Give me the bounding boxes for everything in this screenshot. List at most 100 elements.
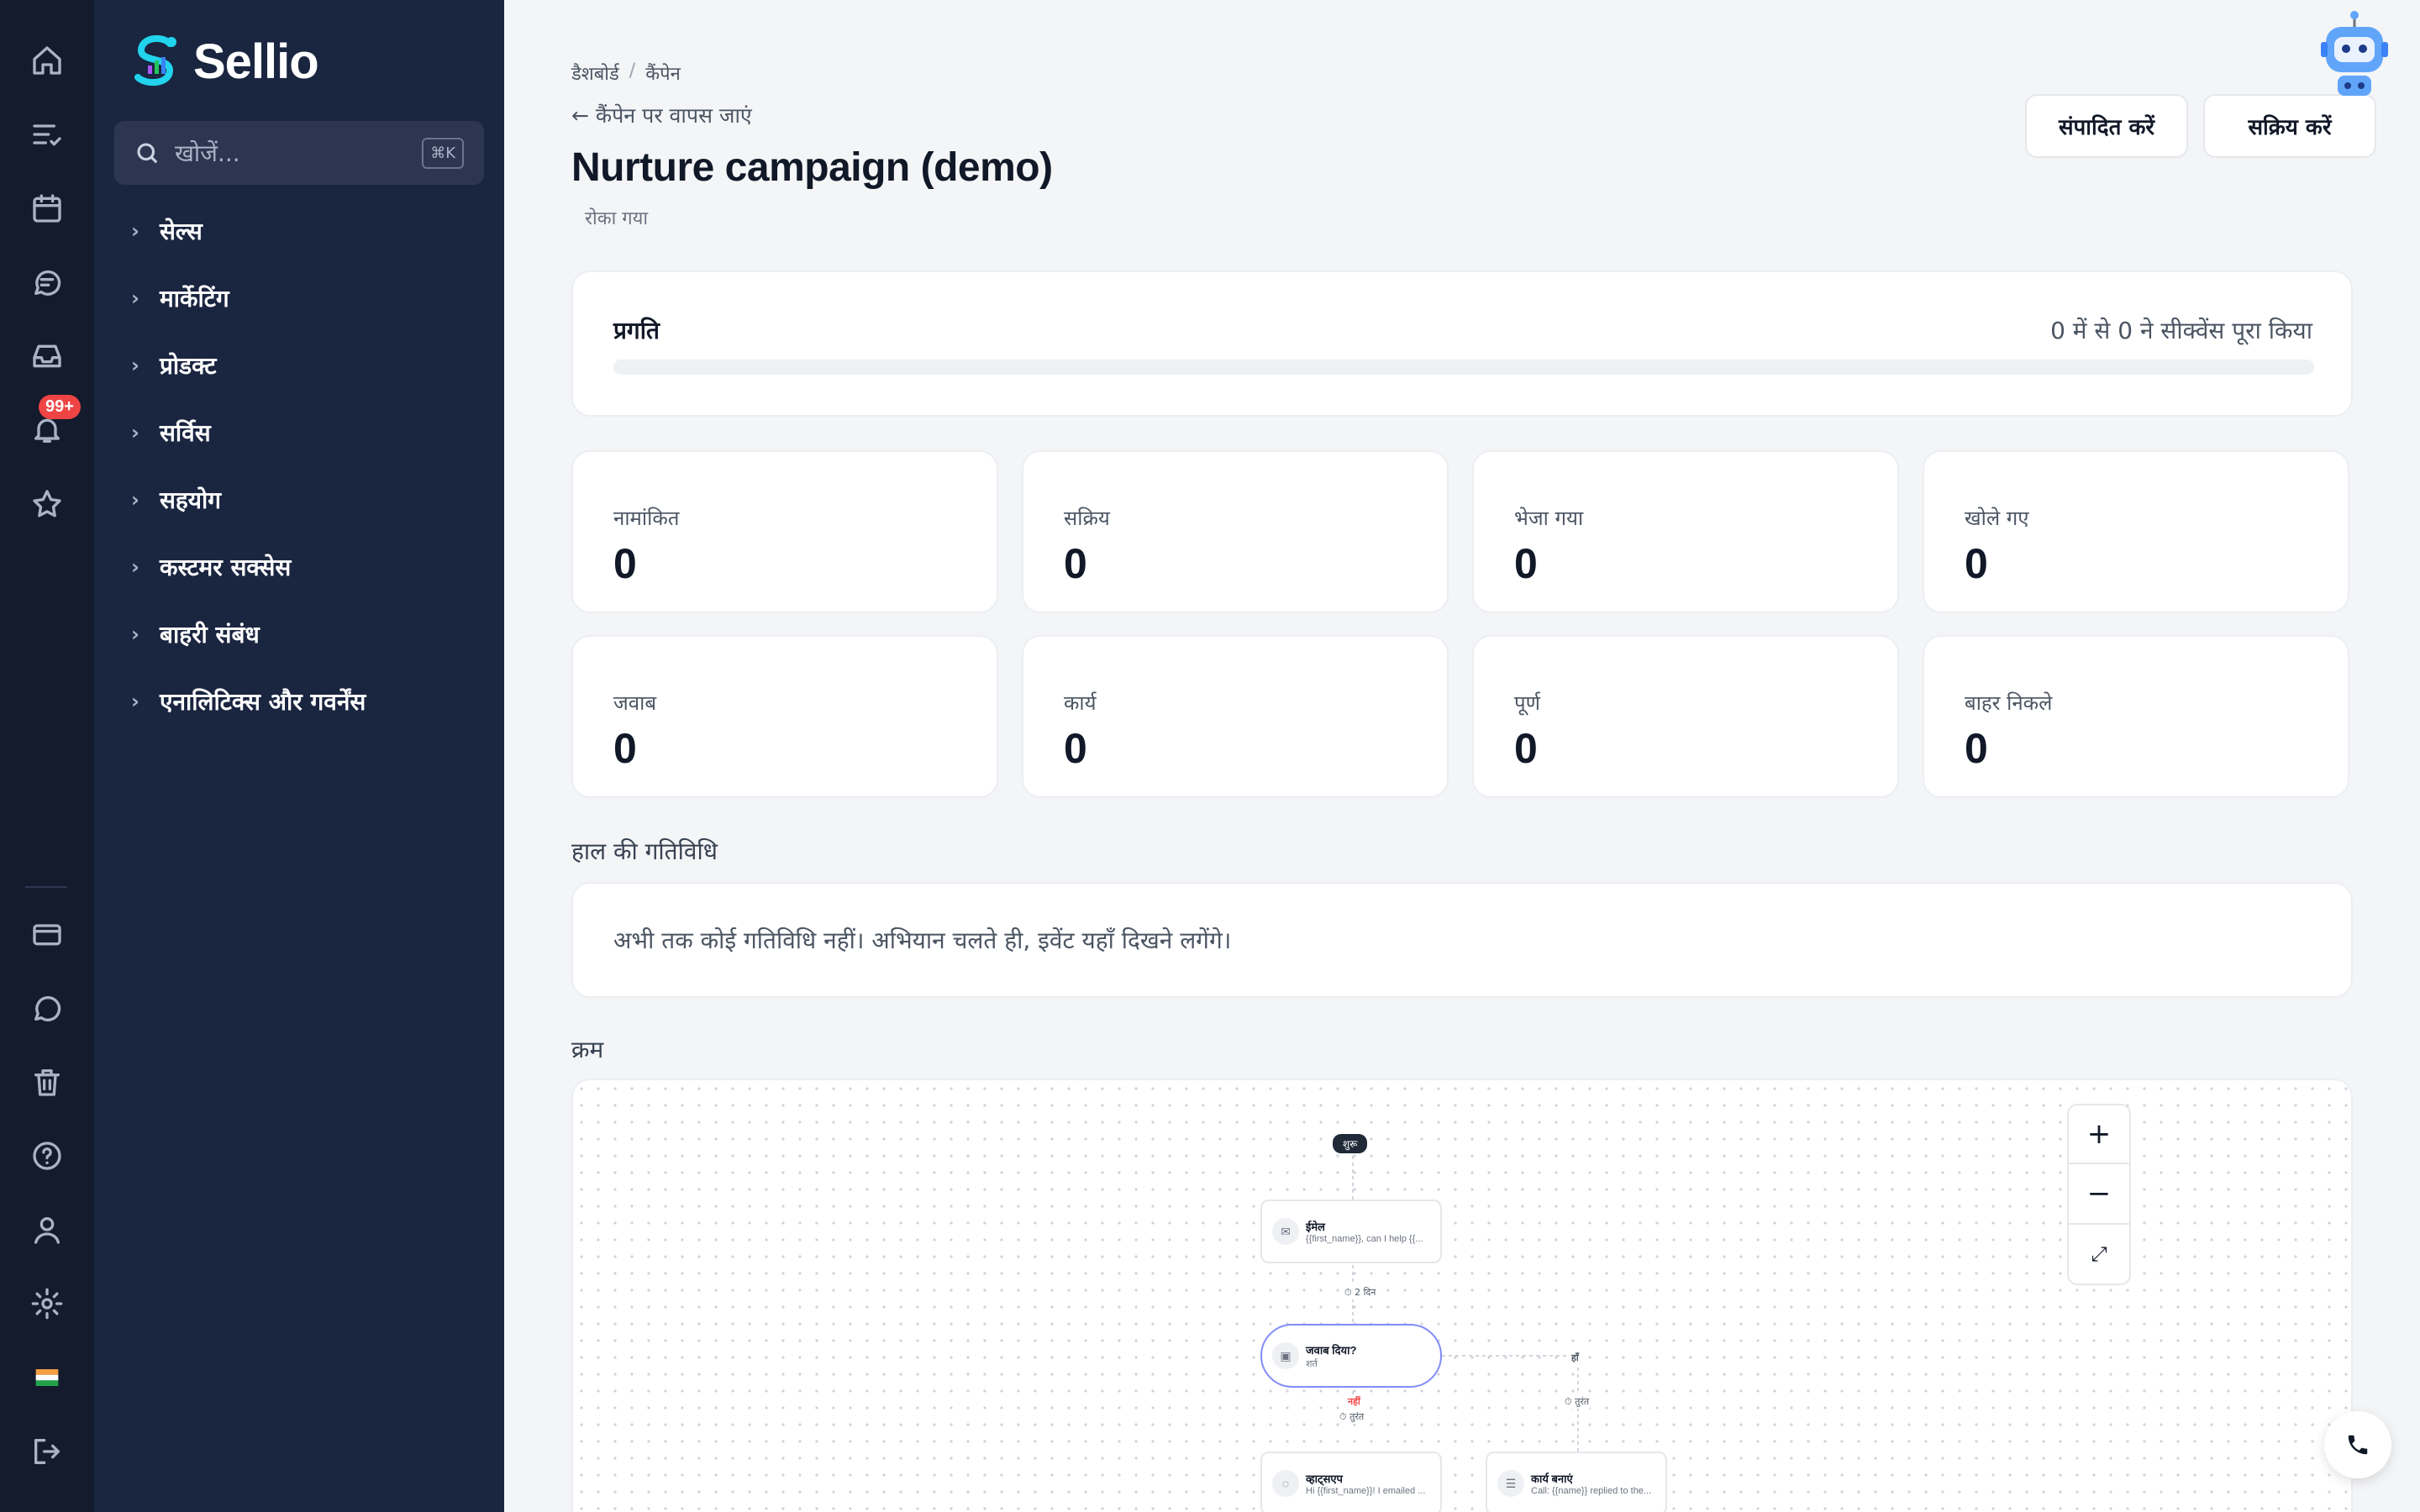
chevron-right-icon: › [131, 555, 139, 579]
immediate-label-no: ⏱ तुरंत [1336, 1410, 1368, 1424]
message-icon[interactable] [24, 984, 71, 1032]
sequence-node-task[interactable]: ☰ कार्य बनाएं Call: {{name}} replied to … [1486, 1452, 1667, 1512]
stat-label: भेजा गया [1514, 507, 1584, 530]
sequence-canvas[interactable]: शुरू ✉ ईमेल {{first_name}}, can I help {… [571, 1079, 2353, 1512]
edit-button[interactable]: संपादित करें [2025, 94, 2188, 158]
tasks-icon[interactable] [24, 111, 71, 158]
sidebar-item-label: सहयोग [160, 486, 222, 514]
chevron-right-icon: › [131, 690, 139, 713]
stat-card-opened: खोले गए 0 [1923, 450, 2349, 613]
sellio-logo-icon [134, 34, 176, 87]
node-subtitle: Call: {{name}} replied to the... [1531, 1486, 1652, 1496]
chevron-right-icon: › [131, 421, 139, 444]
search-input[interactable]: खोजें... ⌘K [114, 121, 484, 185]
reply-icon: ▣ [1272, 1342, 1299, 1369]
page-title: Nurture campaign (demo) [571, 145, 1053, 190]
node-title: व्हाट्सएप [1306, 1473, 1343, 1485]
sidebar-item-label: एनालिटिक्स और गवर्नेंस [160, 688, 366, 716]
sidebar-item-analytics-governance[interactable]: › एनालिटिक्स और गवर्नेंस [131, 685, 366, 717]
sequence-section-title: क्रम [571, 1036, 604, 1063]
home-icon[interactable] [24, 37, 71, 84]
stat-card-tasks: कार्य 0 [1022, 635, 1449, 798]
sidebar-item-label: प्रोडक्ट [160, 352, 217, 380]
chevron-right-icon: › [131, 488, 139, 512]
progress-bar [613, 360, 2314, 375]
chevron-right-icon: › [131, 622, 139, 646]
immediate-label-yes: ⏱ तुरंत [1561, 1394, 1593, 1409]
breadcrumb-campaigns[interactable]: कैंपेन [645, 60, 681, 86]
user-icon[interactable] [24, 1206, 71, 1253]
chevron-right-icon: › [131, 286, 139, 310]
sequence-node-whatsapp[interactable]: ◌ व्हाट्सएप Hi {{first_name}}! I emailed… [1260, 1452, 1442, 1512]
stat-label: बाहर निकले [1965, 691, 2053, 715]
sidebar-item-customer-success[interactable]: › कस्टमर सक्सेस [131, 551, 291, 583]
sidebar-item-product[interactable]: › प्रोडक्ट [131, 349, 217, 381]
status-badge: रोका गया [585, 208, 649, 229]
sequence-node-condition[interactable]: ▣ जवाब दिया? शर्त [1260, 1324, 1442, 1388]
fit-view-button[interactable]: ⤢ [2067, 1225, 2131, 1285]
delay-label: ⏱ 2 दिन [1341, 1285, 1380, 1299]
settings-gear-icon[interactable] [24, 1280, 71, 1327]
notification-badge: 99+ [39, 395, 81, 419]
stat-label: पूर्ण [1514, 691, 1540, 715]
branch-no-label: नहीं [1344, 1394, 1364, 1409]
stat-label: सक्रिय [1064, 507, 1110, 530]
chevron-right-icon: › [131, 354, 139, 377]
stat-label: कार्य [1064, 691, 1097, 715]
stat-label: नामांकित [613, 507, 680, 530]
phone-call-button[interactable] [2324, 1411, 2391, 1478]
assistant-bot-icon[interactable] [2319, 8, 2390, 101]
stat-card-exited: बाहर निकले 0 [1923, 635, 2349, 798]
sidebar-item-sales[interactable]: › सेल्स [131, 215, 203, 247]
progress-label: प्रगति [613, 317, 660, 344]
sidebar-item-label: सर्विस [160, 419, 211, 447]
zoom-in-button[interactable]: + [2067, 1104, 2131, 1164]
email-icon: ✉ [1272, 1218, 1299, 1245]
star-icon[interactable] [24, 480, 71, 528]
chat-icon[interactable] [24, 259, 71, 306]
zoom-out-button[interactable]: − [2067, 1164, 2131, 1225]
search-shortcut: ⌘K [422, 137, 464, 169]
delay-text: 2 दिन [1355, 1287, 1376, 1298]
search-placeholder: खोजें... [175, 139, 240, 167]
sidebar-item-external-relations[interactable]: › बाहरी संबंध [131, 618, 260, 650]
stat-value: 0 [1965, 540, 1988, 587]
sequence-start-node: शुरू [1333, 1134, 1368, 1153]
stat-card-completed: पूर्ण 0 [1472, 635, 1899, 798]
search-icon [137, 143, 158, 164]
help-icon[interactable] [24, 1132, 71, 1179]
breadcrumb-separator: / [629, 60, 636, 81]
inbox-icon[interactable] [24, 333, 71, 380]
rail-divider [25, 886, 67, 888]
activate-button[interactable]: सक्रिय करें [2203, 94, 2376, 158]
stat-card-enrolled: नामांकित 0 [571, 450, 998, 613]
stat-value: 0 [1965, 725, 1988, 772]
sidebar-item-service[interactable]: › सर्विस [131, 417, 211, 449]
breadcrumb: डैशबोर्ड / कैंपेन [571, 60, 681, 86]
stat-value: 0 [1064, 725, 1087, 772]
phone-icon [2348, 1435, 2368, 1455]
sidebar-item-label: मार्केटिंग [160, 285, 229, 312]
node-title: जवाब दिया? [1306, 1343, 1357, 1357]
progress-count: 0 में से 0 ने सीक्वेंस पूरा किया [2050, 317, 2312, 344]
credit-card-icon[interactable] [24, 911, 71, 958]
sidebar-item-marketing[interactable]: › मार्केटिंग [131, 282, 229, 314]
brand-name: Sellio [193, 34, 319, 89]
language-flag-icon[interactable] [24, 1354, 71, 1401]
node-title: कार्य बनाएं [1531, 1473, 1573, 1485]
sequence-node-email[interactable]: ✉ ईमेल {{first_name}}, can I help {{... [1260, 1200, 1442, 1263]
back-to-campaigns-link[interactable]: ← कैंपेन पर वापस जाएं [571, 101, 752, 129]
brand-logo[interactable]: Sellio [129, 32, 319, 91]
whatsapp-icon: ◌ [1272, 1470, 1299, 1497]
breadcrumb-dashboard[interactable]: डैशबोर्ड [571, 60, 619, 86]
trash-icon[interactable] [24, 1058, 71, 1105]
stat-card-sent: भेजा गया 0 [1472, 450, 1899, 613]
calendar-icon[interactable] [24, 185, 71, 232]
activity-card: अभी तक कोई गतिविधि नहीं। अभियान चलते ही,… [571, 882, 2353, 998]
logout-icon[interactable] [24, 1428, 71, 1475]
activity-section-title: हाल की गतिविधि [571, 837, 718, 865]
sidebar-item-collaboration[interactable]: › सहयोग [131, 484, 221, 516]
icon-rail: 99+ [0, 0, 94, 1512]
node-subtitle: {{first_name}}, can I help {{... [1306, 1234, 1423, 1244]
stat-card-active: सक्रिय 0 [1022, 450, 1449, 613]
